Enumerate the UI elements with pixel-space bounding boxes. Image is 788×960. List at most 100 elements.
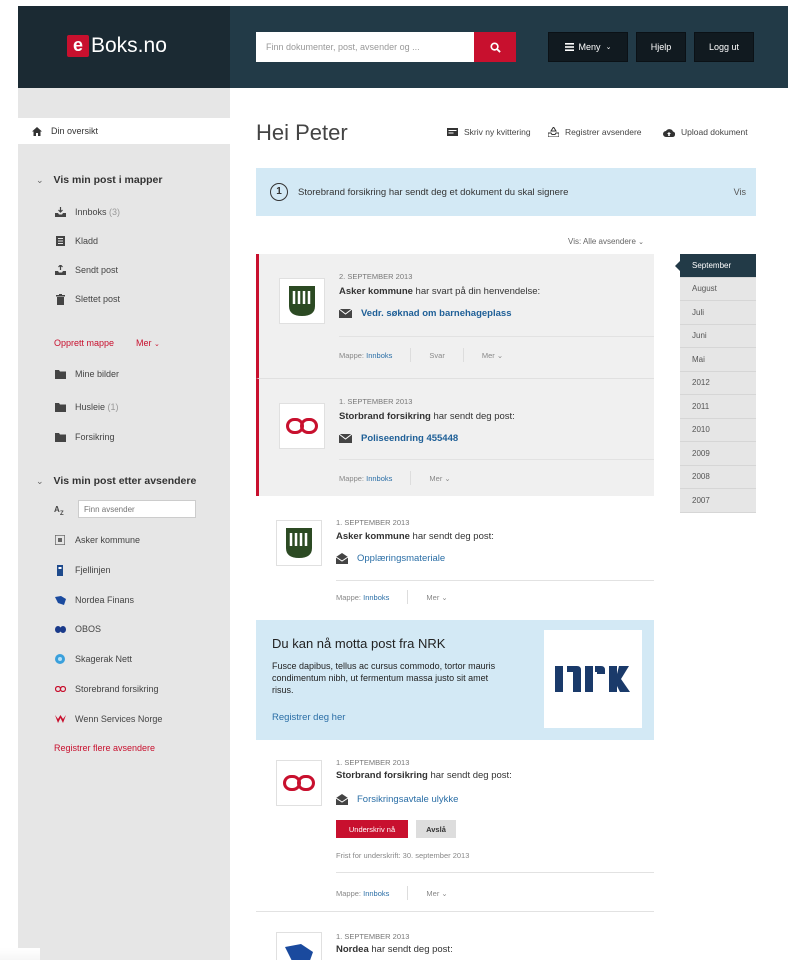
register-senders-link[interactable]: Registrer flere avsendere: [54, 743, 155, 753]
home-icon: [32, 126, 42, 136]
sidebar-sender-nordea[interactable]: Nordea Finans: [54, 593, 134, 607]
sidebar-sender-fjellinjen[interactable]: Fjellinjen: [54, 563, 111, 577]
more-button[interactable]: Mer ⌄: [426, 889, 447, 898]
sender-sort-dropdown[interactable]: Vis: Alle avsendere ⌄: [568, 237, 644, 246]
sidebar-item-trash[interactable]: Slettet post: [54, 292, 120, 306]
mail-subject[interactable]: Vedr. søknad om barnehageplass: [339, 308, 511, 319]
folder-label: Mine bilder: [75, 369, 120, 379]
mail-folder-link[interactable]: Innboks: [366, 474, 392, 483]
reject-button[interactable]: Avslå: [416, 820, 456, 838]
register-senders-label: Registrer avsendere: [565, 127, 642, 137]
sender-suffix: har sendt deg post:: [427, 770, 512, 781]
signing-notice[interactable]: 1 Storebrand forsikring har sendt deg et…: [256, 168, 756, 216]
hamburger-icon: [564, 43, 574, 51]
mail-date: 1. SEPTEMBER 2013: [336, 758, 410, 767]
folder-prefix: Mappe:: [339, 350, 365, 360]
sign-now-button[interactable]: Underskriv nå: [336, 820, 408, 838]
nordea-icon: [54, 595, 66, 605]
sender-label: Fjellinjen: [75, 565, 111, 575]
storebrand-logo-icon: [286, 418, 318, 434]
sidebar-item-rent[interactable]: Husleie (1): [54, 400, 119, 414]
help-button[interactable]: Hjelp: [636, 32, 686, 62]
obos-icon: [54, 625, 66, 633]
mail-folder-link[interactable]: Innboks: [363, 593, 389, 602]
more-folder-options[interactable]: Mer ⌄: [136, 338, 160, 348]
mail-item[interactable]: 1. SEPTEMBER 2013 Nordea har sendt deg p…: [256, 922, 654, 960]
upload-label: Upload dokument: [681, 127, 748, 137]
more-button[interactable]: Mer ⌄: [482, 351, 503, 360]
sidebar-sender-obos[interactable]: OBOS: [54, 622, 101, 636]
sort-label: Vis: Alle avsendere: [568, 237, 636, 246]
folders-heading[interactable]: ⌄ Vis min post i mapper: [36, 174, 162, 186]
timeline-item[interactable]: 2011: [680, 395, 756, 419]
timeline-item[interactable]: August: [680, 277, 756, 301]
notice-view-link[interactable]: Vis: [734, 187, 746, 197]
sidebar-item-my-pictures[interactable]: Mine bilder: [54, 367, 119, 381]
promo-register-link[interactable]: Registrer deg her: [272, 712, 345, 723]
mail-item[interactable]: 1. SEPTEMBER 2013 Storbrand forsikring h…: [256, 378, 654, 496]
sender-logo: [276, 520, 322, 566]
timeline-item[interactable]: 2007: [680, 489, 756, 513]
sidebar-item-overview[interactable]: Din oversikt: [18, 118, 230, 144]
mail-date: 1. SEPTEMBER 2013: [336, 518, 410, 527]
divider: [336, 580, 654, 581]
mail-item[interactable]: 1. SEPTEMBER 2013 Asker kommune har send…: [256, 510, 654, 610]
sender-filter-input[interactable]: [78, 500, 196, 518]
search-button[interactable]: [474, 32, 516, 62]
skagerak-icon: [55, 654, 65, 664]
eboks-logo[interactable]: e Boks.no: [67, 35, 167, 57]
register-senders-button[interactable]: Registrer avsendere: [548, 127, 642, 137]
create-folder-link[interactable]: Opprett mappe: [54, 338, 114, 348]
more-button[interactable]: Mer ⌄: [429, 474, 450, 483]
timeline-item[interactable]: 2012: [680, 371, 756, 395]
mail-folder-link[interactable]: Innboks: [366, 351, 392, 360]
fjellinjen-icon: [57, 564, 63, 576]
nrk-logo-icon: [555, 666, 630, 692]
timeline-item[interactable]: September: [675, 254, 756, 278]
sidebar-item-insurance[interactable]: Forsikring: [54, 430, 115, 444]
chevron-down-icon: ⌄: [638, 239, 645, 246]
help-label: Hjelp: [650, 42, 672, 52]
mail-subject[interactable]: Opplæringsmateriale: [336, 553, 445, 564]
sender-logo: [279, 278, 325, 324]
more-button[interactable]: Mer ⌄: [426, 593, 447, 602]
mail-subject[interactable]: Poliseendring 455448: [339, 433, 458, 444]
menu-button[interactable]: Meny ⌄: [548, 32, 628, 62]
mail-item[interactable]: 1. SEPTEMBER 2013 Storbrand forsikring h…: [256, 752, 654, 912]
mail-sender: Asker kommune har svart på din henvendel…: [339, 286, 540, 297]
reply-button[interactable]: Svar: [429, 351, 444, 360]
timeline-item[interactable]: 2009: [680, 442, 756, 466]
folder-label: Slettet post: [75, 294, 121, 304]
timeline-item[interactable]: 2008: [680, 465, 756, 489]
search-input[interactable]: [256, 32, 474, 62]
timeline-item[interactable]: Juli: [680, 301, 756, 325]
sidebar-item-sent[interactable]: Sendt post: [54, 263, 118, 277]
new-receipt-button[interactable]: Skriv ny kvittering: [447, 127, 531, 137]
mail-sender: Storbrand forsikring har sendt deg post:: [336, 770, 512, 781]
sidebar-sender-asker[interactable]: Asker kommune: [54, 533, 140, 547]
sidebar-item-draft[interactable]: Kladd: [54, 234, 98, 248]
menu-label: Meny: [578, 42, 601, 52]
sidebar-sender-skagerak[interactable]: Skagerak Nett: [54, 652, 132, 666]
logout-button[interactable]: Logg ut: [694, 32, 754, 62]
sidebar-sender-storebrand[interactable]: Storebrand forsikring: [54, 682, 159, 696]
new-receipt-label: Skriv ny kvittering: [464, 127, 531, 137]
folders-heading-label: Vis min post i mapper: [53, 174, 163, 186]
mail-item[interactable]: 2. SEPTEMBER 2013 Asker kommune har svar…: [256, 254, 654, 378]
senders-heading[interactable]: ⌄ Vis min post etter avsendere: [36, 475, 196, 487]
search-icon: [489, 41, 501, 53]
upload-button[interactable]: Upload dokument: [663, 127, 748, 137]
timeline-item[interactable]: 2010: [680, 418, 756, 442]
chevron-down-icon: ⌄: [605, 44, 612, 51]
sidebar-sender-wenn[interactable]: Wenn Services Norge: [54, 712, 162, 726]
mail-actions: Mappe: Innboks Mer ⌄: [336, 886, 448, 900]
page-title: Hei Peter: [256, 120, 348, 145]
timeline-item[interactable]: Mai: [680, 348, 756, 372]
mail-folder-link[interactable]: Innboks: [363, 889, 389, 898]
sidebar-item-inbox[interactable]: Innboks (3): [54, 205, 120, 219]
sender-logo: [276, 932, 322, 960]
sender-label: Storebrand forsikring: [75, 684, 159, 694]
storebrand-logo-icon: [283, 775, 315, 791]
timeline-item[interactable]: Juni: [680, 324, 756, 348]
mail-subject[interactable]: Forsikringsavtale ulykke: [336, 794, 458, 805]
